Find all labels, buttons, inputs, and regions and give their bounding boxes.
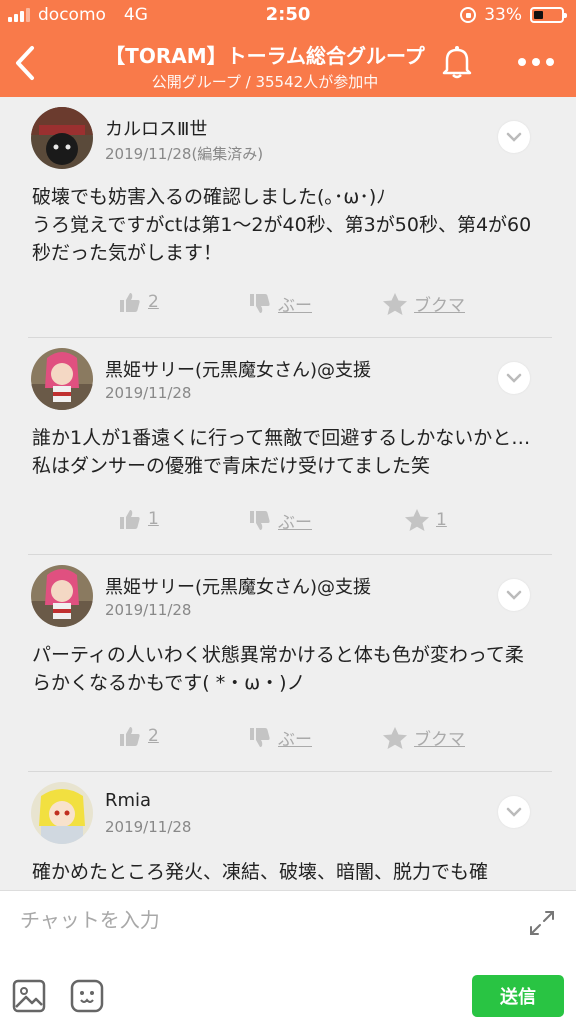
thumbs-down-icon [250,727,270,747]
chat-input[interactable] [20,903,500,937]
like-count: 1 [148,509,159,529]
send-button[interactable]: 送信 [472,975,564,1017]
chat-composer: 送信 [0,890,576,1024]
post-actions: 1 ぶー 1 [0,508,576,538]
author-name[interactable]: Rmia [105,790,151,811]
dislike-label: ぶー [278,296,312,316]
star-icon [405,509,429,531]
dislike-label: ぶー [278,730,312,750]
post-text: 確かめたところ発火、凍結、破壊、暗闇、脱力でも確 [32,861,489,883]
app-header: 【TORAM】トーラム総合グループ 公開グループ / 35542人が参加中 [0,30,576,97]
author-name[interactable]: カルロスⅢ世 [105,115,207,141]
notification-button[interactable] [440,44,474,80]
thumbs-up-icon [120,727,140,746]
post-date: 2019/11/28(編集済み) [105,145,264,163]
post-text: パーティの人いわく状態異常かけると体も色が変わって柔らかくなるかもです( *・ω… [32,644,524,694]
post-actions: 2 ぶー ブクマ [0,725,576,755]
avatar[interactable] [31,107,93,169]
star-icon [383,292,407,315]
like-button[interactable]: 1 [118,508,159,530]
like-button[interactable]: 2 [118,291,159,313]
expand-icon [530,911,554,935]
like-count: 2 [148,726,159,746]
thumbs-down-icon [250,510,270,530]
avatar[interactable] [31,782,93,844]
message-list[interactable]: カルロスⅢ世 2019/11/28(編集済み) 破壊でも妨害入るの確認しました(… [0,97,576,890]
dislike-button[interactable]: ぶー [248,291,312,316]
post-menu-button[interactable] [498,796,530,828]
bookmark-button[interactable]: ブクマ [382,725,465,750]
bookmark-label: ブクマ [414,296,465,316]
like-button[interactable]: 2 [118,725,159,747]
chevron-down-icon [506,590,522,600]
avatar[interactable] [31,565,93,627]
avatar[interactable] [31,348,93,410]
post-text: 誰か1人が1番遠くに行って無敵で回避するしかないかと…私はダンサーの優雅で青床だ… [32,427,531,477]
post-text: 破壊でも妨害入るの確認しました(｡･ω･)ﾉ うろ覚えですがctは第1〜2が40… [32,183,542,267]
image-button[interactable] [12,979,46,1013]
chevron-down-icon [506,373,522,383]
bookmark-count: 1 [436,510,447,530]
post-text-line: うろ覚えですがctは第1〜2が40秒、第3が50秒、第4が60秒だった気がします… [32,214,532,264]
group-subtitle: 公開グループ / 35542人が参加中 [151,73,379,91]
bookmark-button[interactable]: ブクマ [382,291,465,316]
emoji-icon [70,979,104,1013]
dislike-label: ぶー [278,513,312,533]
post-menu-button[interactable] [498,579,530,611]
expand-button[interactable] [528,909,556,937]
status-bar: docomo 4G 2:50 33% [0,0,576,30]
post-date: 2019/11/28 [105,384,192,402]
sticker-button[interactable] [70,979,104,1013]
like-count: 2 [148,292,159,312]
post-text-line: 破壊でも妨害入るの確認しました(｡･ω･)ﾉ [32,186,386,208]
bell-icon [442,46,472,79]
thumbs-down-icon [250,293,270,313]
header-titles: 【TORAM】トーラム総合グループ 公開グループ / 35542人が参加中 [90,40,440,92]
more-options-button[interactable] [518,58,554,66]
group-title: 【TORAM】トーラム総合グループ [105,44,425,68]
dislike-button[interactable]: ぶー [248,725,312,750]
author-name[interactable]: 黒姫サリー(元黒魔女さん)@支援 [105,356,371,382]
divider [28,554,552,555]
bookmark-button[interactable]: 1 [404,508,447,532]
chevron-down-icon [506,132,522,142]
dislike-button[interactable]: ぶー [248,508,312,533]
battery-icon [530,7,567,23]
chevron-down-icon [506,807,522,817]
post-menu-button[interactable] [498,121,530,153]
rotation-lock-icon [460,7,477,23]
post-date: 2019/11/28 [105,818,192,836]
divider [28,771,552,772]
back-button[interactable] [10,44,42,82]
thumbs-up-icon [120,510,140,529]
post-date: 2019/11/28 [105,601,192,619]
chevron-left-icon [16,46,34,80]
bookmark-label: ブクマ [414,730,465,750]
star-icon [383,726,407,749]
image-icon [12,979,46,1013]
author-name[interactable]: 黒姫サリー(元黒魔女さん)@支援 [105,573,371,599]
battery-percent: 33% [484,5,522,25]
post-actions: 2 ぶー ブクマ [0,291,576,321]
divider [28,337,552,338]
post-menu-button[interactable] [498,362,530,394]
thumbs-up-icon [120,293,140,312]
